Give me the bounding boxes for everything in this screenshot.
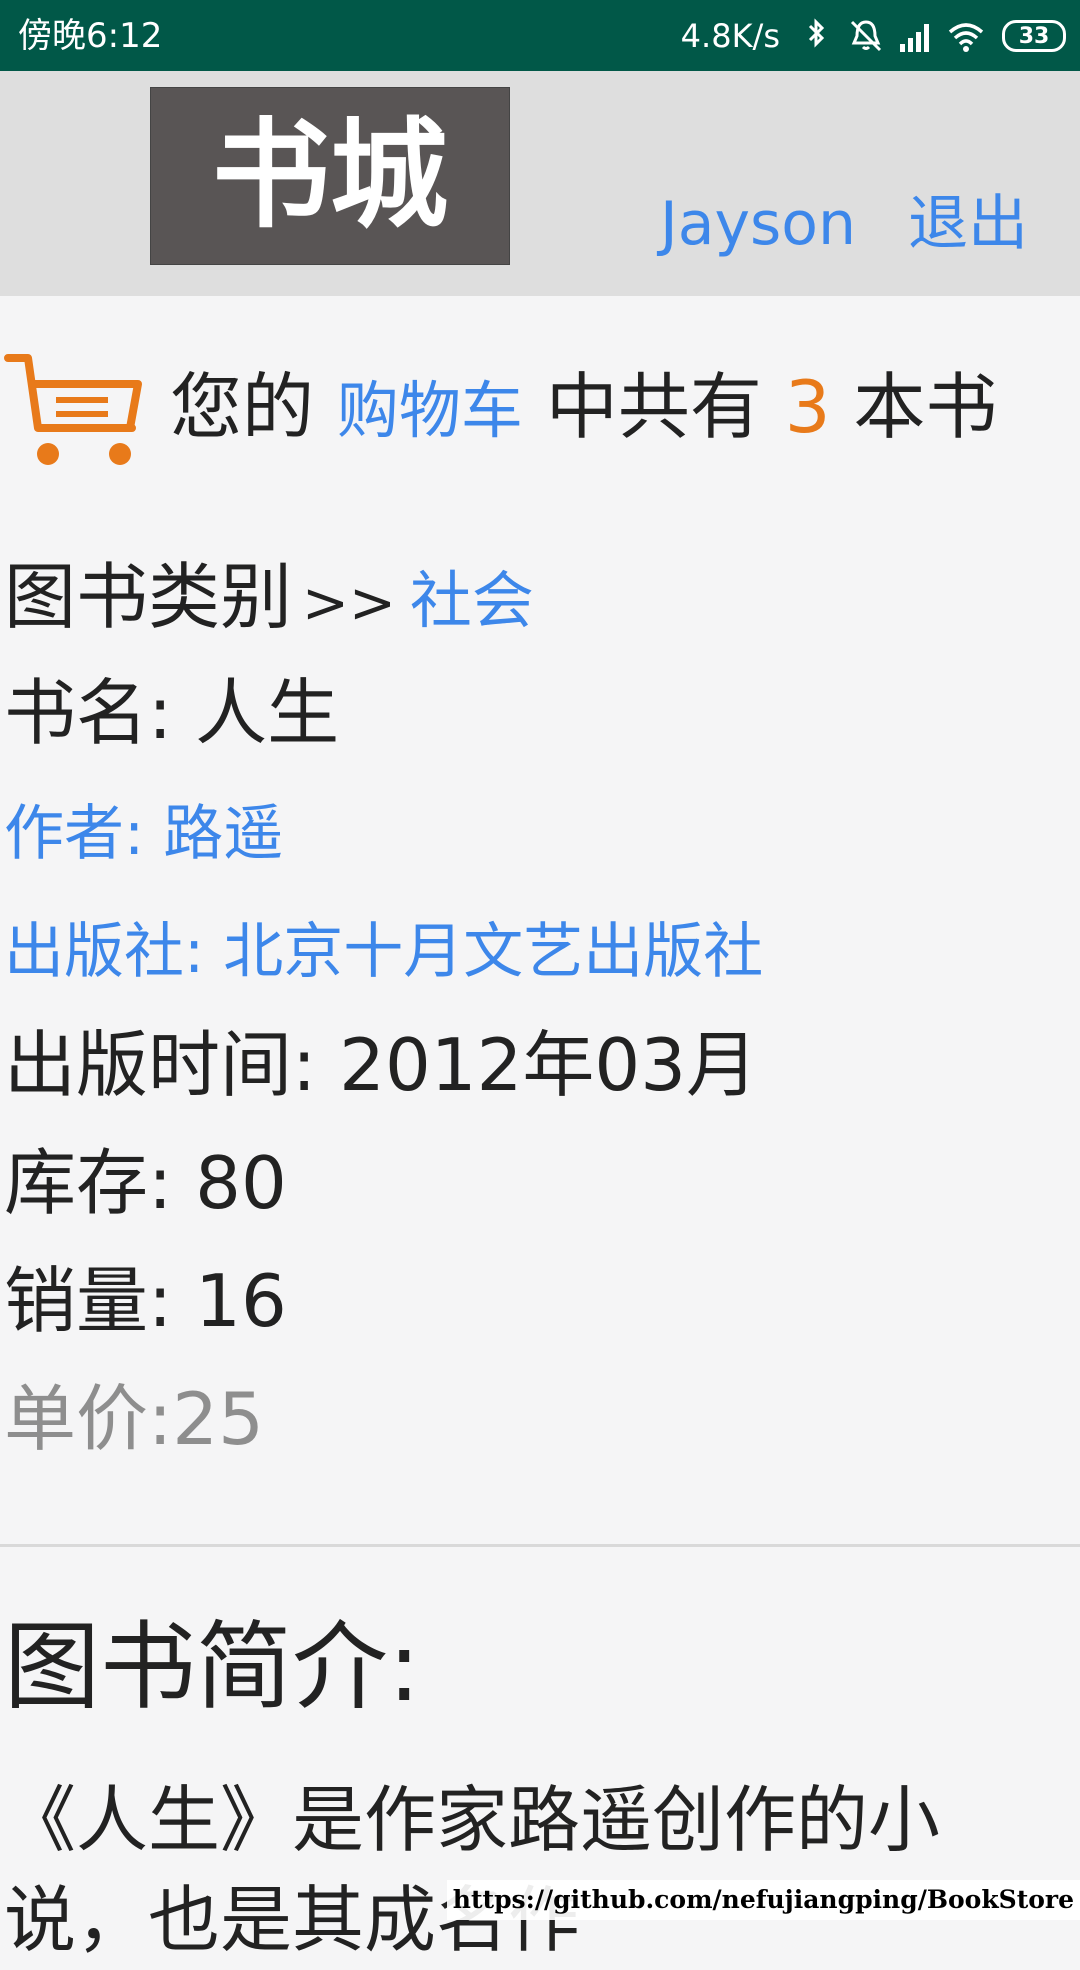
book-stock: 库存: 80	[4, 1141, 287, 1225]
app-header: 书城 Jayson 退出	[0, 71, 1080, 296]
cart-prefix: 您的	[170, 365, 315, 449]
intro-heading: 图书简介:	[4, 1611, 421, 1723]
bookstore-logo[interactable]: 书城	[150, 87, 510, 265]
logo-text: 书城	[212, 106, 448, 244]
status-time: 傍晚6:12	[18, 16, 163, 56]
bell-muted-icon	[850, 20, 882, 52]
category-label: 图书类别	[4, 555, 293, 639]
watermark: https://github.com/nefujiangping/BookSto…	[446, 1880, 1080, 1920]
logo-graphic: 书城	[212, 106, 448, 244]
divider	[0, 1544, 1080, 1547]
category-link[interactable]: 社会	[410, 564, 534, 637]
cart-count: 3	[784, 365, 831, 449]
shopping-cart-icon[interactable]	[4, 350, 144, 470]
cart-middle: 中共有	[545, 365, 762, 449]
username-link[interactable]: Jayson	[660, 189, 856, 259]
status-icons: 4.8K/s 33	[681, 12, 1066, 60]
book-category-row: 图书类别 >> 社会	[4, 552, 534, 649]
book-price: 单价:25	[4, 1377, 264, 1461]
book-press-link[interactable]: 出版社: 北京十月文艺出版社	[4, 912, 763, 992]
category-arrow: >>	[302, 571, 396, 636]
book-title: 书名: 人生	[4, 671, 340, 755]
book-sales: 销量: 16	[4, 1259, 287, 1343]
intro-text: 《人生》是作家路遥创作的小说，也是其成名作	[4, 1778, 941, 1962]
cart-count-text: 您的 购物车 中共有 3 本书	[170, 362, 997, 456]
book-author-link[interactable]: 作者: 路遥	[4, 794, 283, 874]
bluetooth-icon	[808, 18, 825, 48]
cart-summary: 您的 购物车 中共有 3 本书	[0, 350, 1080, 470]
signal-icon	[900, 24, 929, 52]
cart-link[interactable]: 购物车	[337, 374, 523, 447]
network-speed: 4.8K/s	[680, 17, 780, 55]
battery-indicator: 33	[1002, 20, 1066, 52]
book-publish-date: 出版时间: 2012年03月	[4, 1023, 758, 1107]
status-bar: 傍晚6:12 4.8K/s 33	[0, 0, 1080, 71]
wifi-icon	[948, 23, 984, 52]
logout-link[interactable]: 退出	[908, 189, 1028, 259]
cart-suffix: 本书	[853, 365, 998, 449]
